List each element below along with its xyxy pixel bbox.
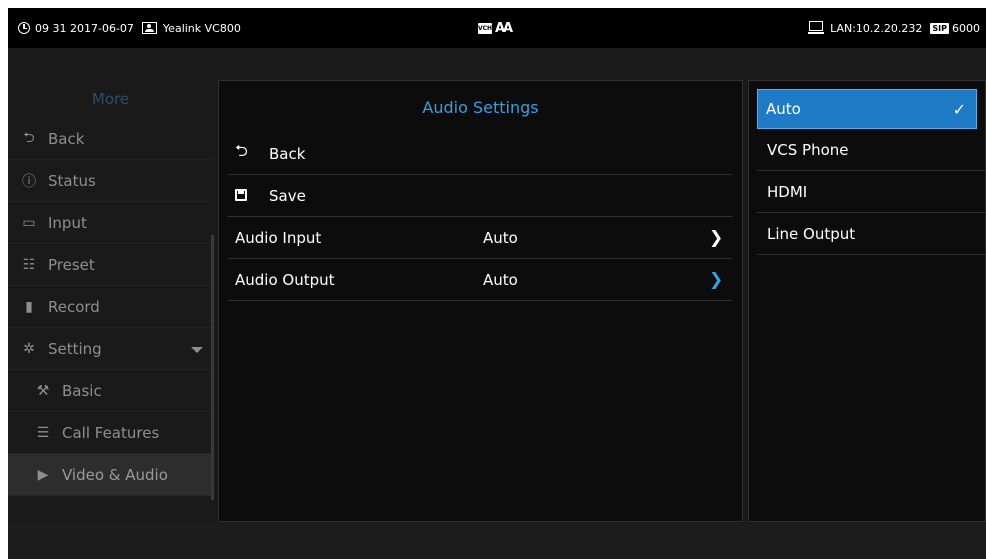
menu-item-label: Preset xyxy=(48,255,95,274)
status-left: 09 31 2017-06-07 Yealink VC800 xyxy=(18,8,249,48)
input-icon: ▭ xyxy=(22,214,36,231)
menu-item-label: Video & Audio xyxy=(62,465,168,484)
audio-settings-panel: Audio Settings ⮌ Back Save Audio Input A… xyxy=(218,80,743,522)
option-auto[interactable]: Auto ✓ xyxy=(757,89,977,129)
audio-output-options: Auto ✓ VCS Phone HDMI Line Output xyxy=(748,80,986,522)
sip-account: 6000 xyxy=(952,21,980,35)
status-bar: 09 31 2017-06-07 Yealink VC800 VCH AA LA… xyxy=(8,8,986,48)
save-button[interactable]: Save xyxy=(227,175,733,217)
audio-input-row[interactable]: Audio Input Auto ❯ xyxy=(227,217,733,259)
menu-item-label: Call Features xyxy=(62,423,160,442)
menu-item-preset[interactable]: ☷ Preset xyxy=(8,244,213,286)
option-label: HDMI xyxy=(767,182,808,201)
device-icon xyxy=(141,22,157,34)
audio-input-label: Audio Input xyxy=(235,228,322,247)
vch-icon: VCH xyxy=(477,22,493,34)
audio-output-row[interactable]: Audio Output Auto ❯ xyxy=(227,259,733,301)
option-hdmi[interactable]: HDMI xyxy=(757,171,985,213)
menu-item-label: Record xyxy=(48,297,100,316)
menu-item-label: Input xyxy=(48,213,87,232)
chevron-right-icon: ❯ xyxy=(709,269,724,290)
menu-item-input[interactable]: ▭ Input xyxy=(8,202,213,244)
screen: 09 31 2017-06-07 Yealink VC800 VCH AA LA… xyxy=(8,8,986,559)
record-icon: ▮ xyxy=(25,298,33,315)
network-icon xyxy=(808,21,825,35)
menu-item-back[interactable]: ⮌ Back xyxy=(8,118,213,160)
video-audio-icon: ▶ xyxy=(37,466,49,483)
option-label: VCS Phone xyxy=(767,140,849,159)
audio-output-value: Auto xyxy=(483,270,518,289)
checkmark-icon: ✓ xyxy=(952,99,966,119)
menu-item-label: Back xyxy=(48,129,85,148)
option-label: Auto xyxy=(766,100,801,118)
option-line-output[interactable]: Line Output xyxy=(757,213,985,255)
status-center: VCH AA xyxy=(477,8,513,48)
back-button[interactable]: ⮌ Back xyxy=(227,133,733,175)
back-arrow-icon: ⮌ xyxy=(235,141,248,160)
preset-icon: ☷ xyxy=(22,256,36,273)
menu-item-video-audio[interactable]: ▶ Video & Audio xyxy=(8,454,213,496)
clock-icon xyxy=(18,22,30,34)
chevron-right-icon: ❯ xyxy=(709,227,724,248)
menu-item-label: Basic xyxy=(62,381,102,400)
wrench-icon: ⚒ xyxy=(36,382,50,399)
menu-item-label: Setting xyxy=(48,339,102,358)
back-arrow-icon: ⮌ xyxy=(23,129,35,146)
menu-item-basic[interactable]: ⚒ Basic xyxy=(8,370,213,412)
menu-item-setting[interactable]: ✲ Setting xyxy=(8,328,213,370)
bottom-bar xyxy=(8,523,986,559)
menu-item-status[interactable]: ⓘ Status xyxy=(8,160,213,202)
menu-item-record[interactable]: ▮ Record xyxy=(8,286,213,328)
network-address: LAN:10.2.20.232 xyxy=(830,21,923,35)
time-date: 09 31 2017-06-07 xyxy=(35,21,134,35)
left-menu: More ⮌ Back ⓘ Status ▭ Input ☷ Preset ▮ … xyxy=(8,80,214,520)
menu-item-call-features[interactable]: ☰ Call Features xyxy=(8,412,213,454)
device-name: Yealink VC800 xyxy=(162,21,241,35)
audio-input-value: Auto xyxy=(483,228,518,247)
option-vcs-phone[interactable]: VCS Phone xyxy=(757,129,985,171)
call-features-icon: ☰ xyxy=(36,424,50,441)
save-icon xyxy=(235,186,259,205)
menu-item-label: Status xyxy=(48,171,96,190)
save-label: Save xyxy=(269,186,306,205)
status-right: LAN:10.2.20.232 SIP 6000 xyxy=(808,8,980,48)
gear-icon: ✲ xyxy=(23,340,35,357)
sip-icon: SIP xyxy=(930,22,949,34)
back-label: Back xyxy=(269,144,306,163)
info-icon: ⓘ xyxy=(22,173,36,190)
font-size-icon: AA xyxy=(495,20,513,36)
audio-output-label: Audio Output xyxy=(235,270,335,289)
left-menu-title: More xyxy=(91,90,130,108)
option-label: Line Output xyxy=(767,224,856,243)
page-title: Audio Settings xyxy=(422,97,539,117)
left-menu-scrollbar[interactable] xyxy=(211,235,214,500)
chevron-down-icon xyxy=(191,347,203,353)
